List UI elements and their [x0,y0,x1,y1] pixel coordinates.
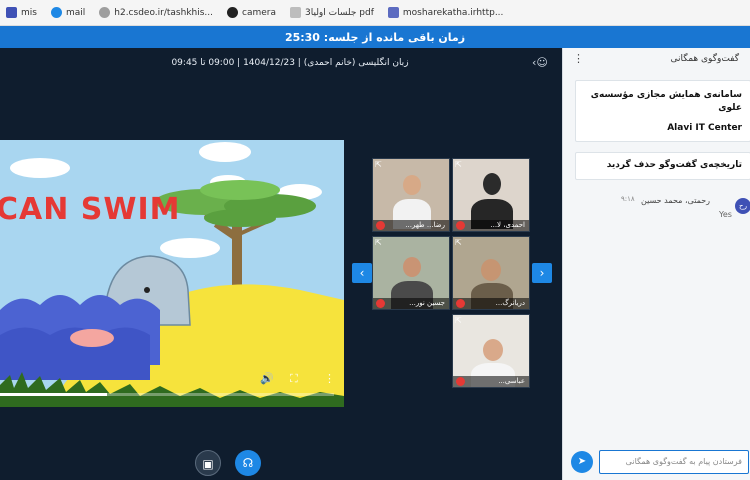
pinned-title: سامانه‌ی همایش مجازی مؤسسه‌ی علوی [590,90,742,113]
expand-icon[interactable]: ⇱ [455,160,462,169]
bookmark-tashkhis[interactable]: h2.csdeo.ir/tashkhis... [99,7,213,18]
mic-muted-icon [376,221,385,230]
pinned-brand: Alavi IT Center [667,123,742,133]
bookmark-pdf[interactable]: جلسات اولیا3 pdf [290,7,374,18]
next-page-button[interactable]: › [532,263,552,283]
camera-icon [227,7,239,18]
more-options-icon[interactable]: ⋮ [573,52,584,65]
bookmark-mail[interactable]: mail [50,7,86,18]
bookmark-mosharekat[interactable]: mosharekatha.irhttp... [387,7,504,18]
shared-video[interactable]: CAN SWIM 🔊 ⛶ ⋮ [0,140,344,407]
video-overlay-text: CAN SWIM [0,192,181,227]
participant-tile[interactable]: ⇱ عباسی... [452,314,530,388]
bookmark-label: mail [65,7,86,18]
site-icon [387,7,399,18]
video-frame-illustration [0,140,344,407]
more-options-icon[interactable]: ⋮ [324,372,335,385]
bookmark-camera[interactable]: camera [227,7,276,18]
system-notice: تاریخچه‌ی گفت‌وگو حذف گردید [575,152,750,180]
chat-title: گفت‌وگوی همگانی [670,54,739,64]
chat-input[interactable]: فرستادن پیام به گفت‌وگوی همگانی [599,450,749,474]
avatar: رح [735,198,750,214]
expand-icon[interactable]: ⇱ [375,238,382,247]
mic-muted-icon [376,299,385,308]
message-text: Yes [719,210,732,219]
volume-icon[interactable]: 🔊 [260,372,274,385]
message-sender: رحمتی، محمد حسین [641,196,711,205]
bookmark-label: mis [21,7,37,18]
expand-icon[interactable]: ⇱ [455,316,462,325]
participant-tile[interactable]: ⇱ جسین نور... [372,236,450,310]
timer-label: زمان باقی مانده از جلسه: [323,30,466,44]
message-time: ۹:۱۸ [621,195,635,203]
bookmark-label: mosharekatha.irhttp... [402,7,504,18]
expand-icon[interactable]: ⇱ [455,238,462,247]
mic-muted-icon [456,299,465,308]
bookmark-label: جلسات اولیا3 pdf [305,7,374,18]
prev-page-button[interactable]: ‹ [352,263,372,283]
mail-icon [50,7,62,18]
meeting-title: زبان انگلیسی (خانم احمدی) | 1404/12/23 |… [171,58,409,68]
video-progress-bar[interactable] [0,393,334,396]
bookmark-mis[interactable]: mis [6,7,37,18]
participant-tile[interactable]: ⇱ دریانرگ... [452,236,530,310]
user-list-icon[interactable]: ‹☺ [532,56,548,70]
expand-icon[interactable]: ⇱ [375,160,382,169]
session-timer-bar: زمان باقی مانده از جلسه: 25:30 [0,26,750,48]
system-notice-text: تاریخچه‌ی گفت‌وگو حذف گردید [606,160,742,170]
meeting-stage: زبان انگلیسی (خانم احمدی) | 1404/12/23 |… [0,48,562,480]
bookmark-label: camera [242,7,276,18]
participant-tile[interactable]: ⇱ احمدی، لا... [452,158,530,232]
headphones-button[interactable]: ☊ [235,450,261,476]
participant-tile[interactable]: ⇱ رضا... طهر... [372,158,450,232]
bookmark-icon [6,7,17,18]
bookmarks-bar: mis mail h2.csdeo.ir/tashkhis... camera … [0,0,750,26]
video-progress-fill [0,393,107,396]
bookmark-label: h2.csdeo.ir/tashkhis... [114,7,214,18]
camera-off-button[interactable]: ▣ [195,450,221,476]
meeting-top-bar: زبان انگلیسی (خانم احمدی) | 1404/12/23 |… [0,48,562,78]
mic-muted-icon [456,221,465,230]
timer-value: 25:30 [284,30,320,44]
chat-input-placeholder: فرستادن پیام به گفت‌وگوی همگانی [625,457,742,466]
fullscreen-icon[interactable]: ⛶ [290,372,298,386]
chat-header: گفت‌وگوی همگانی ⋮ [563,48,750,70]
globe-icon [99,7,111,18]
pdf-icon [290,7,301,18]
pinned-message: سامانه‌ی همایش مجازی مؤسسه‌ی علوی Alavi … [575,80,750,142]
send-button[interactable]: ➤ [571,451,593,473]
chat-panel: گفت‌وگوی همگانی ⋮ سامانه‌ی همایش مجازی م… [562,48,750,480]
mic-muted-icon [456,377,465,386]
participant-grid: ⇱ رضا... طهر... ⇱ احمدی، لا... ⇱ جسین نو… [372,158,532,388]
